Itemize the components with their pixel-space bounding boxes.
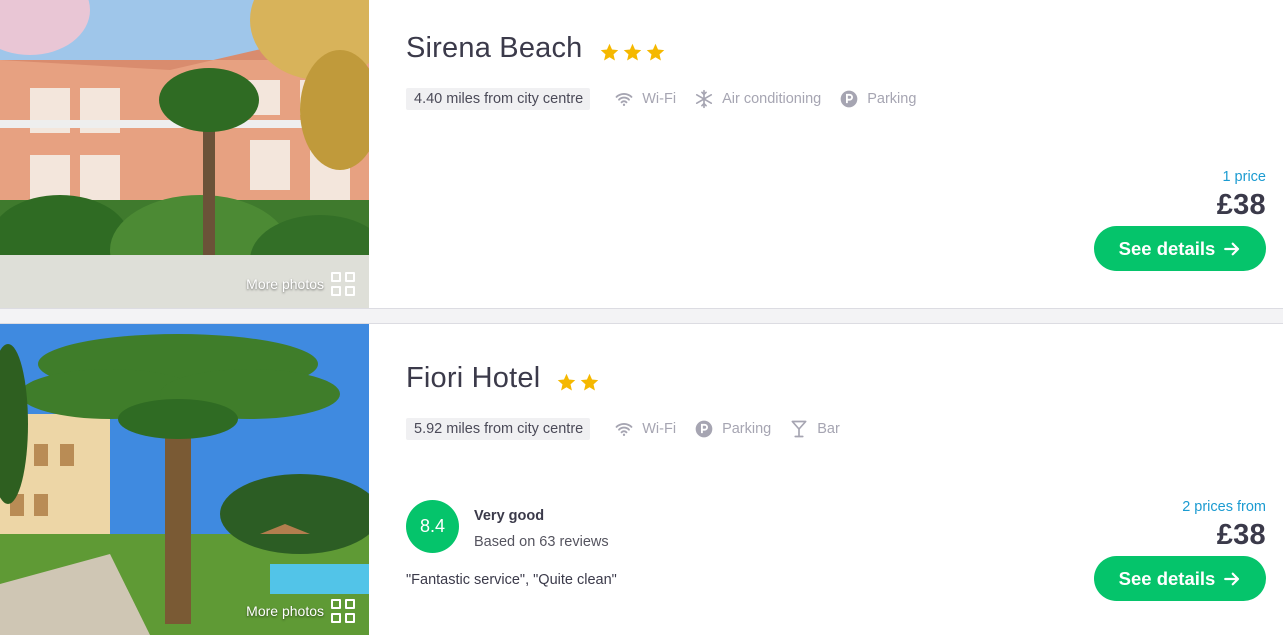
review-count: Based on 63 reviews — [474, 534, 609, 550]
see-details-button[interactable]: See details — [1094, 556, 1266, 601]
amenity-parking: Parking — [839, 89, 916, 109]
see-details-label: See details — [1118, 237, 1216, 259]
hotel-meta: 5.92 miles from city centre Wi-Fi Parkin… — [406, 418, 840, 440]
review-score-badge: 8.4 — [406, 500, 459, 553]
hotel-name[interactable]: Fiori Hotel — [406, 362, 540, 395]
more-photos-button[interactable]: More photos — [246, 272, 355, 296]
amenity-label: Air conditioning — [722, 91, 822, 107]
amenity-wifi: Wi-Fi — [614, 89, 676, 109]
price-count-link[interactable]: 2 prices from — [1182, 499, 1266, 515]
price-value: £38 — [1216, 189, 1266, 221]
amenity-label: Parking — [867, 91, 917, 107]
wifi-icon — [615, 93, 633, 106]
gallery-grid-icon — [331, 272, 355, 296]
parking-icon — [695, 420, 713, 438]
wifi-icon — [615, 423, 633, 436]
hotel-meta: 4.40 miles from city centre Wi-Fi Air co… — [406, 88, 916, 110]
price-value: £38 — [1216, 519, 1266, 551]
arrow-right-icon — [1224, 572, 1240, 585]
hotel-photo-image — [0, 324, 369, 635]
star-icon — [558, 373, 576, 391]
more-photos-button[interactable]: More photos — [246, 599, 355, 623]
see-details-button[interactable]: See details — [1094, 226, 1266, 271]
distance-badge: 4.40 miles from city centre — [406, 88, 591, 110]
hotel-name[interactable]: Sirena Beach — [406, 32, 583, 65]
amenity-label: Wi-Fi — [642, 421, 677, 437]
price-box: 2 prices from £38 — [1182, 499, 1266, 552]
hotel-photo[interactable]: More photos — [0, 324, 369, 635]
hotel-photo[interactable]: More photos — [0, 0, 369, 308]
snowflake-icon — [695, 89, 713, 109]
amenity-wifi: Wi-Fi — [614, 419, 676, 439]
hotel-card[interactable]: More photos Sirena Beach 4.40 miles from… — [0, 0, 1283, 308]
hotel-card[interactable]: More photos — [0, 324, 1283, 635]
star-icon — [623, 43, 641, 61]
rating-label: Very good — [474, 508, 545, 524]
more-photos-label: More photos — [246, 276, 324, 292]
gallery-grid-icon — [331, 599, 355, 623]
amenity-parking: Parking — [694, 419, 771, 439]
price-count-link[interactable]: 1 price — [1217, 169, 1266, 185]
distance-badge: 5.92 miles from city centre — [406, 418, 591, 440]
see-details-label: See details — [1118, 567, 1216, 589]
star-icon — [646, 43, 664, 61]
parking-icon — [840, 90, 858, 108]
star-icon — [600, 43, 618, 61]
arrow-right-icon — [1224, 242, 1240, 255]
cocktail-icon — [791, 420, 807, 438]
star-rating — [556, 372, 600, 393]
price-box: 1 price £38 — [1217, 169, 1266, 222]
star-rating — [599, 42, 666, 63]
amenity-label: Wi-Fi — [642, 91, 677, 107]
amenity-label: Bar — [817, 421, 840, 437]
amenity-label: Parking — [722, 421, 772, 437]
card-separator — [0, 308, 1283, 324]
hotel-results-list: More photos Sirena Beach 4.40 miles from… — [0, 0, 1283, 635]
hotel-title-row: Sirena Beach — [406, 32, 666, 65]
hotel-title-row: Fiori Hotel — [406, 362, 600, 395]
amenity-bar: Bar — [789, 419, 840, 439]
review-quote: "Fantastic service", "Quite clean" — [406, 572, 617, 588]
star-icon — [581, 373, 599, 391]
hotel-photo-image — [0, 0, 369, 308]
more-photos-label: More photos — [246, 603, 324, 619]
amenity-air-conditioning: Air conditioning — [694, 89, 821, 109]
